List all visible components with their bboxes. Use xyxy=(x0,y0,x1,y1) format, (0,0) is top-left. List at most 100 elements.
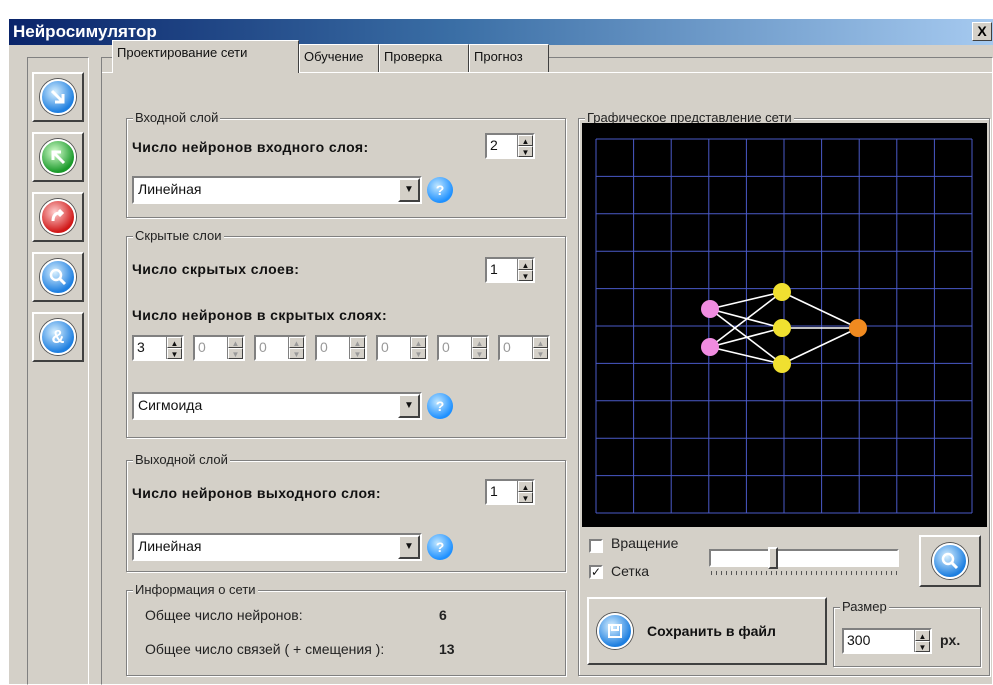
hidden-neuron xyxy=(773,319,791,337)
output-neurons-spinner[interactable]: 1 ▲ ▼ xyxy=(485,479,535,505)
rotation-slider[interactable] xyxy=(709,547,901,575)
tab-training[interactable]: Обучение xyxy=(299,44,379,72)
spin-down-icon[interactable]: ▼ xyxy=(411,348,426,359)
spin-up-icon[interactable]: ▲ xyxy=(228,337,243,348)
hidden-layers-label: Скрытые слои xyxy=(133,228,224,243)
output-neurons-label: Число нейронов выходного слоя: xyxy=(132,485,381,501)
info-icon[interactable]: ? xyxy=(427,393,453,419)
size-value: 300 xyxy=(847,632,871,648)
connection-edge xyxy=(781,327,859,365)
close-button[interactable]: X xyxy=(972,22,992,41)
main-window: Нейросимулятор X & Проектирование сети О… xyxy=(8,18,993,685)
search-icon xyxy=(40,259,76,295)
hidden-activation-value: Сигмоида xyxy=(138,397,203,413)
hidden-neurons-spinner-2[interactable]: 0 ▲ ▼ xyxy=(193,335,245,361)
hidden-neurons-spinner-7[interactable]: 0 ▲ ▼ xyxy=(498,335,550,361)
spin-up-icon[interactable]: ▲ xyxy=(518,259,533,270)
hidden-neurons-spinner-6[interactable]: 0 ▲ ▼ xyxy=(437,335,489,361)
spin-down-icon[interactable]: ▼ xyxy=(228,348,243,359)
input-neurons-spinner[interactable]: 2 ▲ ▼ xyxy=(485,133,535,159)
total-links-label: Общее число связей ( + смещения ): xyxy=(145,641,385,657)
chevron-down-icon[interactable]: ▼ xyxy=(398,535,420,559)
spin-up-icon[interactable]: ▲ xyxy=(533,337,548,348)
input-neurons-label: Число нейронов входного слоя: xyxy=(132,139,369,155)
hidden-neurons-spinner-1[interactable]: 3 ▲ ▼ xyxy=(132,335,184,361)
spin-down-icon[interactable]: ▼ xyxy=(518,270,533,281)
graph-group: Графическое представление сети Вращение … xyxy=(578,110,990,676)
spin-up-icon[interactable]: ▲ xyxy=(411,337,426,348)
grid-checkbox[interactable]: ✓ xyxy=(589,565,603,579)
spin-up-icon[interactable]: ▲ xyxy=(350,337,365,348)
spin-down-icon[interactable]: ▼ xyxy=(472,348,487,359)
hidden-layers-count-spinner[interactable]: 1 ▲ ▼ xyxy=(485,257,535,283)
hidden-neuron xyxy=(773,355,791,373)
connection-edge xyxy=(781,291,859,329)
arrow-up-left-icon xyxy=(40,139,76,175)
input-neuron xyxy=(701,300,719,318)
hidden-neurons-value-1: 3 xyxy=(137,339,145,355)
output-activation-select[interactable]: Линейная ▼ xyxy=(132,533,422,561)
spin-up-icon[interactable]: ▲ xyxy=(518,481,533,492)
save-button-label: Сохранить в файл xyxy=(647,623,776,639)
slider-track xyxy=(709,549,899,567)
size-label: Размер xyxy=(840,599,889,614)
hidden-neurons-label: Число нейронов в скрытых слоях: xyxy=(132,307,388,323)
undo-icon xyxy=(40,199,76,235)
save-to-file-button[interactable]: Сохранить в файл xyxy=(587,597,827,665)
spin-down-icon[interactable]: ▼ xyxy=(533,348,548,359)
spin-up-icon[interactable]: ▲ xyxy=(472,337,487,348)
toolbar-button-forward[interactable] xyxy=(32,72,84,122)
input-activation-value: Линейная xyxy=(138,181,202,197)
hidden-neurons-spinner-5[interactable]: 0 ▲ ▼ xyxy=(376,335,428,361)
hidden-neurons-spinner-3[interactable]: 0 ▲ ▼ xyxy=(254,335,306,361)
hidden-layers-count-label: Число скрытых слоев: xyxy=(132,261,300,277)
size-spinner[interactable]: 300 ▲ ▼ xyxy=(842,628,932,654)
spin-down-icon[interactable]: ▼ xyxy=(915,641,930,652)
toolbar-button-back[interactable] xyxy=(32,132,84,182)
tab-forecast[interactable]: Прогноз xyxy=(469,44,549,72)
chevron-down-icon[interactable]: ▼ xyxy=(398,394,420,418)
output-layer-group: Выходной слой Число нейронов выходного с… xyxy=(126,452,566,572)
content-panel: Проектирование сети Обучение Проверка Пр… xyxy=(101,40,993,685)
spin-down-icon[interactable]: ▼ xyxy=(350,348,365,359)
input-layer-label: Входной слой xyxy=(133,110,221,125)
hidden-neuron xyxy=(773,283,791,301)
info-icon[interactable]: ? xyxy=(427,177,453,203)
size-unit: px. xyxy=(940,632,961,648)
rotation-label: Вращение xyxy=(611,535,679,551)
total-neurons-value: 6 xyxy=(439,607,447,623)
zoom-button[interactable] xyxy=(919,535,981,587)
side-toolbar: & xyxy=(27,57,89,685)
hidden-neurons-value-5: 0 xyxy=(381,339,389,355)
hidden-layers-group: Скрытые слои Число скрытых слоев: 1 ▲ ▼ Ч… xyxy=(126,228,566,438)
info-icon[interactable]: ? xyxy=(427,534,453,560)
spin-up-icon[interactable]: ▲ xyxy=(167,337,182,348)
tab-testing[interactable]: Проверка xyxy=(379,44,469,72)
spin-down-icon[interactable]: ▼ xyxy=(518,146,533,157)
chevron-down-icon[interactable]: ▼ xyxy=(398,178,420,202)
spin-up-icon[interactable]: ▲ xyxy=(289,337,304,348)
toolbar-button-search[interactable] xyxy=(32,252,84,302)
slider-thumb[interactable] xyxy=(768,547,778,569)
hidden-neurons-value-6: 0 xyxy=(442,339,450,355)
hidden-layers-count-value: 1 xyxy=(490,261,498,277)
spin-down-icon[interactable]: ▼ xyxy=(518,492,533,503)
input-layer-group: Входной слой Число нейронов входного сло… xyxy=(126,110,566,218)
spin-up-icon[interactable]: ▲ xyxy=(915,630,930,641)
input-activation-select[interactable]: Линейная ▼ xyxy=(132,176,422,204)
grid-label: Сетка xyxy=(611,563,650,579)
toolbar-button-links[interactable]: & xyxy=(32,312,84,362)
toolbar-button-undo[interactable] xyxy=(32,192,84,242)
spin-down-icon[interactable]: ▼ xyxy=(167,348,182,359)
hidden-activation-select[interactable]: Сигмоида ▼ xyxy=(132,392,422,420)
output-neuron xyxy=(849,319,867,337)
slider-ticks xyxy=(711,571,897,575)
rotation-checkbox[interactable] xyxy=(589,539,603,553)
hidden-neurons-spinner-4[interactable]: 0 ▲ ▼ xyxy=(315,335,367,361)
hidden-neurons-value-3: 0 xyxy=(259,339,267,355)
spin-up-icon[interactable]: ▲ xyxy=(518,135,533,146)
spin-down-icon[interactable]: ▼ xyxy=(289,348,304,359)
tab-network-design[interactable]: Проектирование сети xyxy=(112,40,299,73)
search-icon xyxy=(932,543,968,579)
window-title: Нейросимулятор xyxy=(13,22,157,41)
